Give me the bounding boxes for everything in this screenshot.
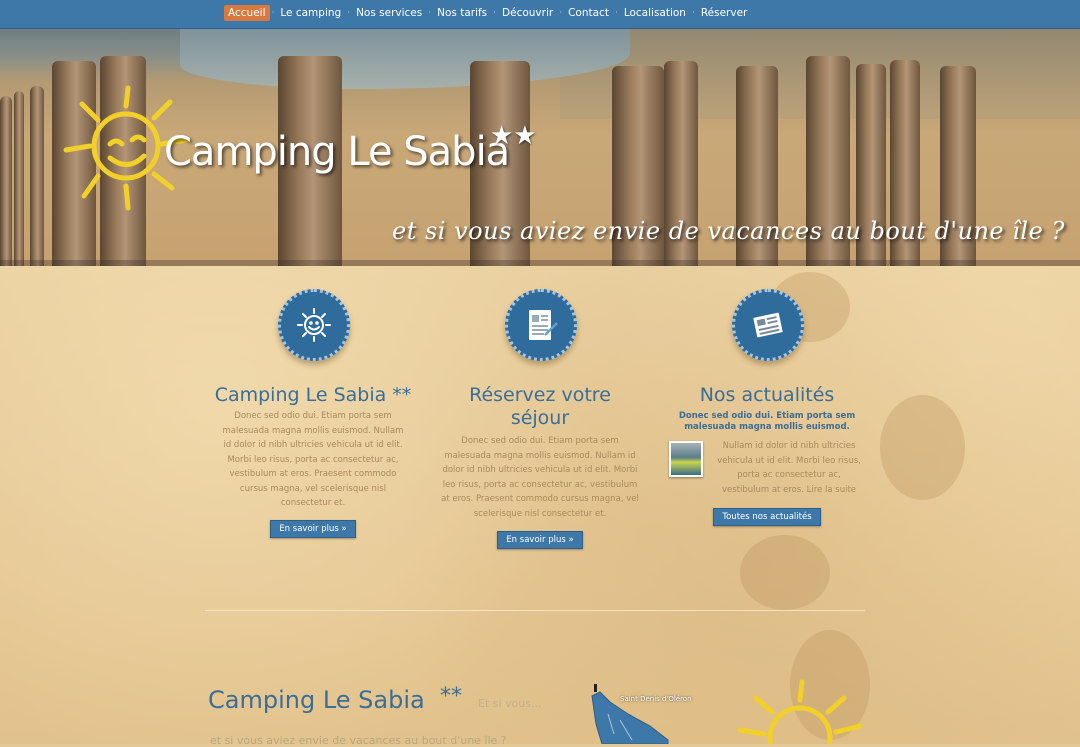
nav-item[interactable]: · Découvrir <box>491 5 557 21</box>
nav-separator: · <box>559 8 563 18</box>
nav-item[interactable]: Accueil <box>224 5 270 21</box>
newspaper-icon <box>753 312 783 338</box>
camping-more-button[interactable]: En savoir plus » <box>270 519 356 538</box>
wooden-post <box>30 86 44 266</box>
wooden-post <box>14 91 24 266</box>
bottom-stars: ** <box>440 684 462 709</box>
nav-item-label[interactable]: Localisation <box>620 5 690 21</box>
nav-item[interactable]: · Réserver <box>690 5 751 21</box>
news-thumbnail[interactable] <box>669 441 703 477</box>
nav-item-label[interactable]: Accueil <box>224 5 270 21</box>
nav-item[interactable]: · Nos tarifs <box>426 5 491 21</box>
map-label: Saint Denis d'Oléron <box>620 695 692 703</box>
nav-item-label[interactable]: Nos tarifs <box>433 5 491 21</box>
section-divider <box>205 610 865 611</box>
nav-item-label[interactable]: Le camping <box>276 5 345 21</box>
nav-separator: · <box>691 8 695 18</box>
reservation-more-button[interactable]: En savoir plus » <box>497 531 583 549</box>
camping-text: Donec sed odio dui. Etiam porta sem male… <box>222 411 404 508</box>
nav-item-label[interactable]: Réserver <box>697 5 752 21</box>
news-badge[interactable] <box>732 289 804 361</box>
reservation-badge[interactable] <box>505 289 577 361</box>
nav-item-label[interactable]: Contact <box>564 5 613 21</box>
all-news-button[interactable]: Toutes nos actualités <box>713 508 821 526</box>
top-navigation: Accueil · Le camping · Nos services · Nos tari… <box>0 0 1080 29</box>
sun-logo-bottom-icon <box>737 679 863 744</box>
nav-item-label[interactable]: Découvrir <box>498 5 557 21</box>
reservation-text: Donec sed odio dui. Etiam porta sem male… <box>441 436 639 519</box>
nav-item[interactable]: · Nos services <box>345 5 426 21</box>
nav-separator: · <box>428 8 432 18</box>
booking-form-icon <box>529 310 558 340</box>
bottom-line: et si vous aviez envie de vacances au bo… <box>210 734 507 747</box>
island-map[interactable] <box>584 684 674 744</box>
news-title: Nos actualités <box>699 384 835 406</box>
bottom-title: Camping Le Sabia <box>208 686 425 714</box>
hero-banner: Camping Le Sabia ★★ et si vous aviez env… <box>0 29 1080 266</box>
wooden-post <box>0 96 12 266</box>
news-lead: Donec sed odio dui. Etiam porta sem male… <box>678 411 856 432</box>
reservation-title: Réservez votre séjour <box>469 384 611 429</box>
camping-column: Camping Le Sabia ** Donec sed odio dui. … <box>212 384 414 538</box>
site-brand[interactable]: Camping Le Sabia <box>164 129 510 175</box>
nav-item[interactable]: · Contact <box>557 5 613 21</box>
nav-item[interactable]: · Localisation <box>613 5 690 21</box>
nav-separator: · <box>493 8 497 18</box>
footprint <box>740 535 830 610</box>
nav-separator: · <box>614 8 618 18</box>
camping-badge[interactable] <box>278 289 350 361</box>
bottom-subtitle: Et si vous... <box>478 697 542 710</box>
nav-item-label[interactable]: Nos services <box>352 5 426 21</box>
nav-separator: · <box>347 8 351 18</box>
news-read-more-link[interactable]: Lire la suite <box>807 485 856 495</box>
hero-bottom-edge <box>0 260 1080 266</box>
brand-stars: ★★ <box>490 121 537 151</box>
hero-tagline: et si vous aviez envie de vacances au bo… <box>392 217 1065 245</box>
nav-item[interactable]: · Le camping <box>270 5 346 21</box>
nav-separator: · <box>271 8 275 18</box>
sun-icon <box>297 308 331 342</box>
nav-menu: Accueil · Le camping · Nos services · Nos tari… <box>224 5 751 21</box>
reservation-column: Réservez votre séjour Donec sed odio dui… <box>440 384 640 549</box>
footprint <box>880 395 965 500</box>
camping-title: Camping Le Sabia ** <box>214 384 412 406</box>
